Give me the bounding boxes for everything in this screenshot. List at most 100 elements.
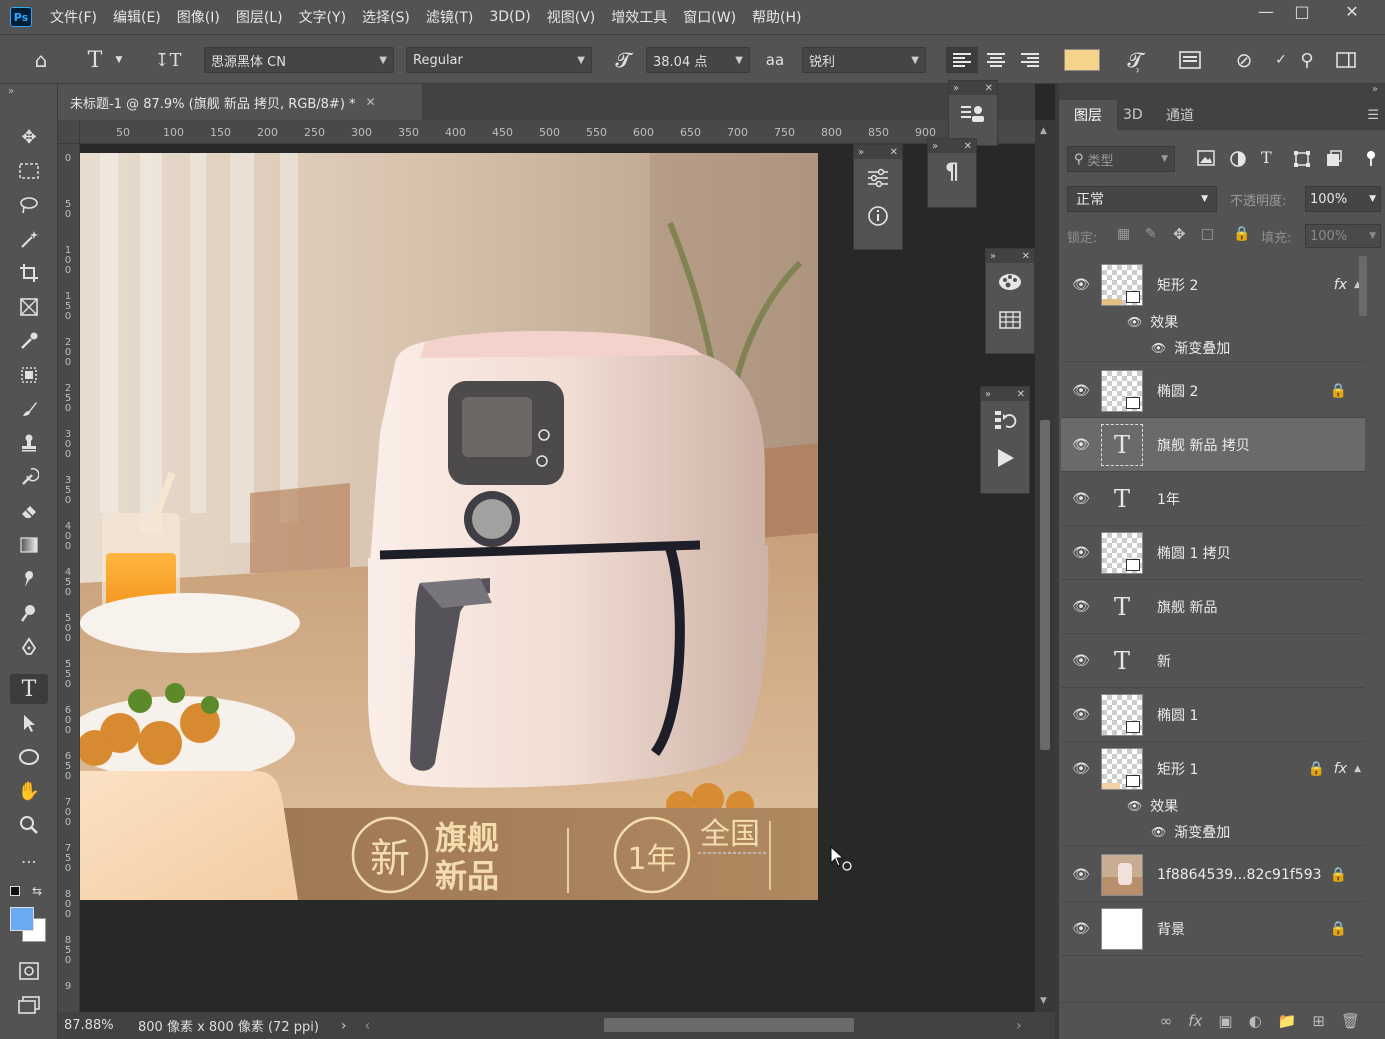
document-size-info[interactable]: 800 像素 x 800 像素 (72 ppi)	[138, 1016, 319, 1035]
layer-name[interactable]: 旗舰 新品 拷贝	[1157, 435, 1250, 455]
fx-icon[interactable]: fx	[1334, 761, 1347, 777]
close-icon[interactable]: ✕	[1330, 0, 1374, 22]
add-style-fx-icon[interactable]: fx	[1188, 1012, 1202, 1030]
font-style-select[interactable]: Regular ▼	[406, 47, 592, 73]
zoom-tool-icon[interactable]	[10, 810, 48, 840]
visibility-eye-icon[interactable]: 👁	[1061, 707, 1101, 723]
lock-all-icon[interactable]: 🔒	[1233, 226, 1250, 242]
effects-row[interactable]: 👁 效果	[1061, 792, 1365, 819]
close-panel-icon[interactable]: ✕	[985, 83, 993, 94]
swatches-grid-icon[interactable]	[986, 301, 1034, 339]
visibility-eye-icon[interactable]: 👁	[1061, 761, 1101, 777]
lasso-tool-icon[interactable]	[10, 190, 48, 220]
visibility-eye-icon[interactable]: 👁	[1061, 599, 1101, 615]
text-color-swatch[interactable]	[1064, 49, 1100, 71]
eraser-tool-icon[interactable]	[10, 496, 48, 526]
home-icon[interactable]: ⌂	[22, 47, 60, 73]
quick-mask-icon[interactable]	[10, 956, 48, 986]
paragraph-icon[interactable]: ¶	[928, 153, 976, 191]
gradient-tool-icon[interactable]	[10, 530, 48, 560]
menu-3d[interactable]: 3D(D)	[481, 0, 538, 34]
visibility-eye-icon[interactable]: 👁	[1127, 799, 1142, 813]
align-center-icon[interactable]	[980, 47, 1012, 73]
visibility-eye-icon[interactable]: 👁	[1151, 341, 1166, 355]
hand-tool-icon[interactable]: ✋	[10, 776, 48, 806]
layer-row-rect-2[interactable]: 👁 矩形 2 fx ▲	[1061, 258, 1365, 312]
editing-text-layer[interactable]: 全国	[700, 817, 760, 853]
layer-name[interactable]: 椭圆 2	[1157, 381, 1198, 401]
menu-file[interactable]: 文件(F)	[42, 0, 105, 34]
brush-tool-icon[interactable]	[10, 394, 48, 424]
layer-name[interactable]: 旗舰 新品	[1157, 597, 1217, 617]
filter-pixel-icon[interactable]	[1197, 150, 1215, 168]
layer-name[interactable]: 矩形 2	[1157, 275, 1198, 295]
tool-preset-chevron-icon[interactable]: ▼	[112, 47, 126, 73]
layer-name[interactable]: 矩形 1	[1157, 759, 1198, 779]
scroll-down-icon[interactable]: ▼	[1040, 996, 1047, 1006]
opacity-field[interactable]: 100% ▼	[1305, 186, 1381, 212]
expand-icon[interactable]: »	[953, 83, 959, 94]
type-tool-icon[interactable]: T	[80, 47, 110, 73]
menu-select[interactable]: 选择(S)	[354, 0, 418, 34]
layer-row-rect-1[interactable]: 👁 矩形 1 🔒 fx ▲	[1061, 742, 1365, 796]
document-canvas[interactable]: 新 旗舰 新品 1年 全国	[80, 153, 818, 900]
eyedropper-icon[interactable]	[10, 326, 48, 356]
menu-edit[interactable]: 编辑(E)	[105, 0, 169, 34]
layer-row-new[interactable]: 👁 T 新	[1061, 634, 1365, 688]
path-selection-icon[interactable]	[10, 708, 48, 738]
horizontal-scroll-thumb[interactable]	[604, 1018, 854, 1032]
swap-colors-icon[interactable]: ⇆	[32, 884, 42, 898]
new-adjustment-icon[interactable]: ◐	[1249, 1012, 1262, 1030]
menu-filter[interactable]: 滤镜(T)	[418, 0, 481, 34]
close-tab-icon[interactable]: ✕	[366, 95, 376, 109]
collapse-effects-icon[interactable]: ▲	[1354, 764, 1361, 774]
healing-brush-icon[interactable]	[10, 360, 48, 390]
lock-artboard-icon[interactable]: □	[1201, 226, 1214, 242]
tab-3d[interactable]: 3D	[1123, 100, 1143, 130]
close-panel-icon[interactable]: ✕	[890, 147, 898, 158]
effects-row[interactable]: 👁 效果	[1061, 308, 1365, 335]
screen-mode-icon[interactable]	[10, 990, 48, 1020]
close-panel-icon[interactable]: ✕	[964, 141, 972, 152]
type-tool-icon[interactable]: T	[10, 674, 48, 704]
layer-row-ellipse-1[interactable]: 👁 椭圆 1	[1061, 688, 1365, 742]
scroll-up-icon[interactable]: ▲	[1040, 126, 1047, 136]
adjustments-icon[interactable]	[854, 159, 902, 197]
expand-icon[interactable]: »	[932, 141, 938, 152]
move-tool-icon[interactable]: ✥	[10, 122, 48, 152]
workspace-icon[interactable]	[1332, 47, 1360, 73]
close-panel-icon[interactable]: ✕	[1017, 389, 1025, 400]
font-size-select[interactable]: 38.04 点 ▼	[646, 47, 750, 73]
frame-tool-icon[interactable]	[10, 292, 48, 322]
menu-window[interactable]: 窗口(W)	[675, 0, 744, 34]
align-left-icon[interactable]	[946, 47, 978, 73]
maximize-icon[interactable]: □	[1280, 0, 1324, 22]
dodge-tool-icon[interactable]	[10, 598, 48, 628]
tab-layers[interactable]: 图层	[1059, 100, 1117, 130]
filter-smart-object-icon[interactable]	[1325, 150, 1343, 168]
new-group-icon[interactable]: 📁	[1278, 1012, 1297, 1030]
visibility-eye-icon[interactable]: 👁	[1061, 277, 1101, 293]
lock-transparent-icon[interactable]: ▦	[1117, 226, 1130, 242]
filter-toggle-icon[interactable]	[1365, 150, 1377, 166]
add-mask-icon[interactable]: ▣	[1218, 1012, 1232, 1030]
more-tools-icon[interactable]: ⋯	[10, 846, 48, 876]
antialias-select[interactable]: 锐利 ▼	[802, 47, 926, 73]
menu-plugins[interactable]: 增效工具	[603, 0, 675, 34]
filter-type-icon[interactable]: T	[1261, 148, 1272, 167]
link-layers-icon[interactable]: ∞	[1160, 1012, 1173, 1030]
lock-position-icon[interactable]: ✥	[1173, 225, 1186, 243]
layer-row-flagship-copy[interactable]: 👁 T 旗舰 新品 拷贝	[1061, 418, 1365, 472]
layer-name[interactable]: 背景	[1157, 919, 1185, 939]
blend-mode-select[interactable]: 正常 ▼	[1067, 186, 1217, 212]
palette-icon[interactable]	[986, 263, 1034, 301]
fx-icon[interactable]: fx	[1334, 277, 1347, 293]
cancel-icon[interactable]: ⊘	[1228, 47, 1260, 73]
play-action-icon[interactable]	[981, 439, 1029, 477]
document-tab[interactable]: 未标题-1 @ 87.9% (旗舰 新品 拷贝, RGB/8#) * ✕	[58, 84, 422, 120]
filter-shape-icon[interactable]	[1293, 150, 1311, 168]
visibility-eye-icon[interactable]: 👁	[1061, 491, 1101, 507]
tab-channels[interactable]: 通道	[1166, 100, 1194, 130]
foreground-color-swatch[interactable]	[10, 907, 34, 931]
scroll-left-icon[interactable]: ‹	[365, 1018, 371, 1034]
